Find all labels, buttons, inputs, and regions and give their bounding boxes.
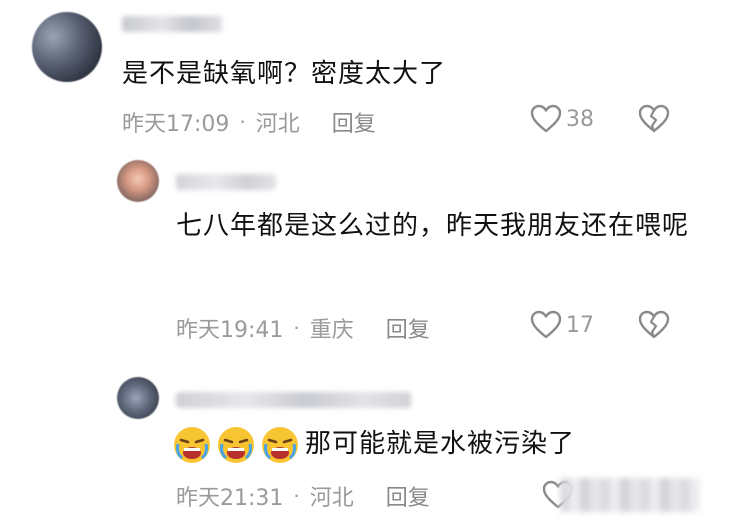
avatar[interactable] (117, 160, 159, 202)
comment-time: 昨天21:31 (176, 486, 284, 511)
like-button[interactable]: 17 (530, 310, 594, 340)
meta-separator: · (239, 110, 246, 134)
crying-face-emoji (262, 427, 298, 463)
broken-heart-icon (638, 104, 670, 133)
blurred-username[interactable] (176, 174, 276, 190)
broken-heart-icon (638, 310, 670, 339)
comment-location: 河北 (309, 486, 354, 511)
avatar[interactable] (117, 377, 159, 419)
comment-meta: 昨天17:09 · 河北 回复 (122, 106, 376, 138)
crying-face-emoji (218, 427, 254, 463)
comment-time: 昨天19:41 (176, 318, 284, 343)
meta-separator: · (293, 484, 300, 508)
comment-text: 七八年都是这么过的，昨天我朋友还在喂呢 (176, 211, 690, 241)
dislike-button[interactable] (638, 310, 670, 344)
watermark-mosaic (560, 478, 700, 512)
like-count: 38 (566, 106, 594, 132)
comment-location: 重庆 (309, 318, 354, 343)
reply-button[interactable]: 回复 (386, 480, 430, 512)
emoji-row (172, 425, 304, 465)
comment-time: 昨天17:09 (122, 112, 230, 137)
reply-button[interactable]: 回复 (332, 106, 376, 138)
avatar[interactable] (32, 12, 102, 82)
blurred-username[interactable] (122, 16, 222, 32)
crying-face-emoji (174, 427, 210, 463)
dislike-button[interactable] (638, 104, 670, 138)
reply-button[interactable]: 回复 (386, 312, 430, 344)
meta-separator: · (293, 316, 300, 340)
like-count: 17 (566, 312, 594, 338)
comment-meta: 昨天21:31 · 河北 回复 (176, 480, 430, 512)
blurred-username[interactable] (176, 392, 411, 408)
comment-text: 是不是缺氧啊？密度太大了 (122, 59, 447, 89)
comment-location: 河北 (255, 112, 300, 137)
comment-text: 那可能就是水被污染了 (305, 429, 576, 459)
heart-outline-icon (530, 104, 562, 133)
like-button[interactable]: 38 (530, 104, 594, 134)
heart-outline-icon (530, 310, 562, 339)
comment-meta: 昨天19:41 · 重庆 回复 (176, 312, 430, 344)
